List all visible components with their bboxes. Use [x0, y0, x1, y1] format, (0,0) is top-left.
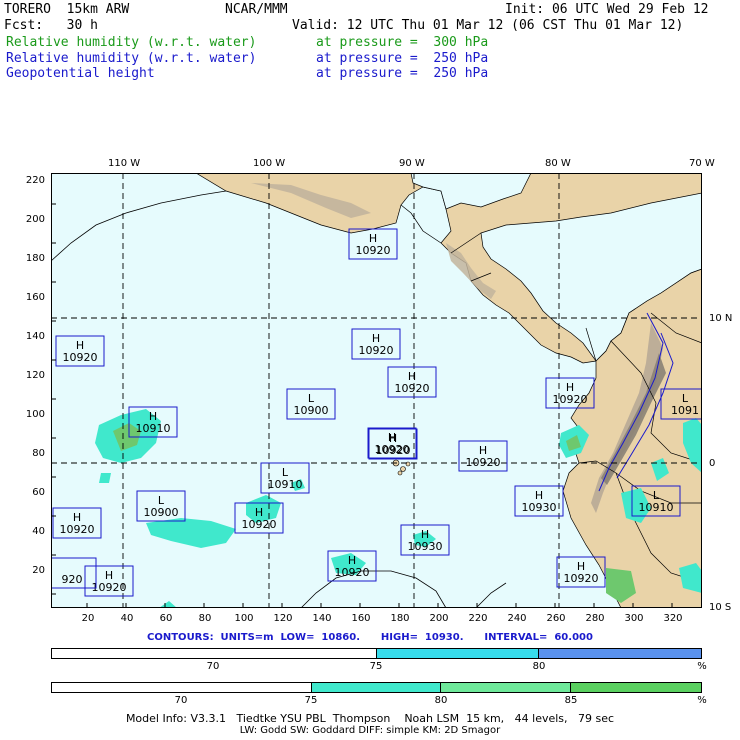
center-value-label: 10920 — [466, 456, 501, 469]
center-value-label: 10910 — [136, 422, 171, 435]
center-value-label: 10920 — [335, 566, 370, 579]
x-tick-label: 280 — [585, 613, 605, 624]
field-level-rh300: at pressure = 300 hPa — [316, 35, 489, 50]
field-name-rh250: Relative humidity (w.r.t. water) — [6, 51, 257, 66]
center-value-label: 10900 — [144, 506, 179, 519]
colorbar-segment — [376, 649, 539, 658]
y-tick-label: 120 — [25, 370, 45, 381]
x-tick-label: 80 — [198, 613, 212, 624]
colorbar-rh300 — [51, 682, 702, 693]
x-tick-label: 260 — [546, 613, 566, 624]
lon-label-80w: 80 W — [545, 158, 571, 169]
forecast-hour: Fcst: 30 h — [4, 18, 98, 33]
model-name: TORERO 15km ARW — [4, 2, 130, 17]
x-tick-label: 120 — [273, 613, 293, 624]
field-level-hgt250: at pressure = 250 hPa — [316, 66, 489, 81]
center-value-label: 10920 — [60, 523, 95, 536]
lon-label-110w: 110 W — [108, 158, 141, 169]
x-tick-label: 160 — [351, 613, 371, 624]
colorbar-rh300-tick: 85 — [564, 695, 578, 706]
colorbar-rh300-tick: 70 — [174, 695, 188, 706]
center-value-label: 1091 — [671, 404, 699, 417]
x-tick-label: 320 — [663, 613, 683, 624]
colorbar-rh250-tick: 80 — [532, 661, 546, 672]
lat-label-10n: 10 N — [709, 313, 733, 324]
lon-label-70w: 70 W — [689, 158, 715, 169]
model-info-line2: LW: Godd SW: Goddard DIFF: simple KM: 2D… — [239, 725, 501, 736]
center-value-label: 10920 — [242, 518, 277, 531]
center-value-label: 10930 — [522, 501, 557, 514]
init-time: Init: 06 UTC Wed 29 Feb 12 — [505, 2, 709, 17]
contour-info: CONTOURS: UNITS=m LOW= 10860. HIGH= 1093… — [147, 632, 593, 643]
x-tick-label: 60 — [159, 613, 173, 624]
colorbar-rh300-tick: 75 — [304, 695, 318, 706]
x-tick-label: 180 — [390, 613, 410, 624]
colorbar-rh300-unit: % — [697, 695, 707, 706]
x-tick-label: 240 — [507, 613, 527, 624]
colorbar-rh250-unit: % — [697, 661, 707, 672]
center-value-label: 10930 — [408, 540, 443, 553]
y-tick-label: 20 — [32, 565, 45, 576]
colorbar-rh300-tick: 80 — [434, 695, 448, 706]
lat-label-eq: 0 — [709, 458, 716, 469]
weather-map: H10920H10920H10920 H10920H10920L10900H109… — [51, 173, 702, 608]
field-name-rh300: Relative humidity (w.r.t. water) — [6, 35, 257, 50]
x-tick-label: 40 — [120, 613, 134, 624]
colorbar-segment — [571, 683, 701, 692]
lon-label-100w: 100 W — [253, 158, 286, 169]
x-tick-label: 20 — [81, 613, 95, 624]
center-value-label: 10920 — [359, 344, 394, 357]
y-tick-label: 180 — [25, 253, 45, 264]
center-value-label: 10920 — [92, 581, 127, 594]
y-tick-label: 160 — [25, 292, 45, 303]
y-tick-label: 40 — [32, 526, 45, 537]
center-value-label: 10920 — [63, 351, 98, 364]
center-value-label: 10920 — [564, 572, 599, 585]
valid-time: Valid: 12 UTC Thu 01 Mar 12 (06 CST Thu … — [292, 18, 684, 33]
center-value-label: 10900 — [294, 404, 329, 417]
colorbar-rh250 — [51, 648, 702, 659]
x-tick-label: 140 — [312, 613, 332, 624]
lat-label-10s: 10 S — [709, 602, 732, 613]
field-name-hgt250: Geopotential height — [6, 66, 155, 81]
center-value-label: 920 — [62, 573, 83, 586]
center-value-label: 10920 — [356, 244, 391, 257]
colorbar-segment — [52, 683, 312, 692]
model-info-line1: Model Info: V3.3.1 Tiedtke YSU PBL Thomp… — [125, 712, 615, 725]
y-tick-label: 200 — [25, 214, 45, 225]
y-tick-label: 100 — [25, 409, 45, 420]
x-tick-label: 220 — [468, 613, 488, 624]
x-tick-label: 200 — [429, 613, 449, 624]
colorbar-segment — [52, 649, 377, 658]
center-value-label: 10910 — [639, 501, 674, 514]
center-value-label: 10920 — [376, 444, 411, 457]
colorbar-segment — [311, 683, 442, 692]
center-value-label: 10920 — [553, 393, 588, 406]
center-value-label: 10910 — [268, 478, 303, 491]
colorbar-segment — [538, 649, 701, 658]
colorbar-rh250-tick: 70 — [206, 661, 220, 672]
x-tick-label: 100 — [234, 613, 254, 624]
lon-label-90w: 90 W — [399, 158, 425, 169]
center-value-label: 10920 — [395, 382, 430, 395]
colorbar-rh250-tick: 75 — [369, 661, 383, 672]
center-name: NCAR/MMM — [225, 2, 288, 17]
y-tick-label: 140 — [25, 331, 45, 342]
x-tick-label: 300 — [624, 613, 644, 624]
y-tick-label: 80 — [32, 448, 45, 459]
y-tick-label: 60 — [32, 487, 45, 498]
colorbar-segment — [441, 683, 572, 692]
field-level-rh250: at pressure = 250 hPa — [316, 51, 489, 66]
y-tick-label: 220 — [25, 175, 45, 186]
